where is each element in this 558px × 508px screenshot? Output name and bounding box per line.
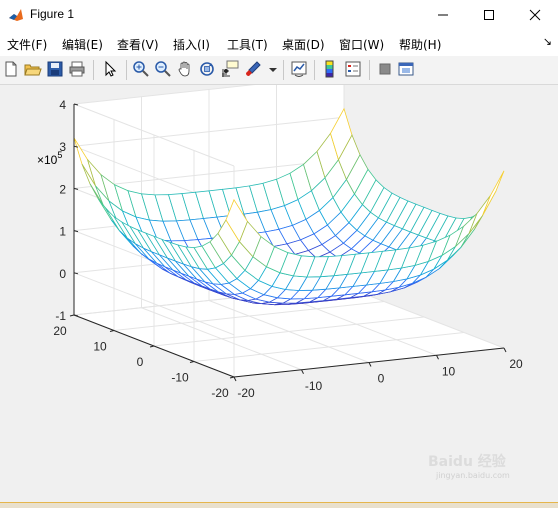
z-tick-label: 1 [59,225,66,239]
menu-help[interactable]: 帮助(H) [399,36,441,53]
mesh-cell [482,170,505,216]
mesh-cell [468,195,491,234]
menu-tools[interactable]: 工具(T) [227,36,268,53]
open-file-button[interactable] [24,60,44,80]
x-tick-mark [233,376,237,382]
brush-button[interactable] [244,60,264,80]
brush-icon [246,61,261,76]
z-tick-label: 0 [59,267,66,281]
brush-dropdown-button[interactable] [264,60,277,80]
show-plot-tools-icon [398,62,414,76]
menu-desktop[interactable]: 桌面(D) [282,36,325,53]
maximize-icon [484,10,494,20]
menu-bar: 文件(F) 编辑(E) 查看(V) 插入(I) 工具(T) 桌面(D) 窗口(W… [0,30,558,56]
x-tick-mark [436,355,439,360]
hide-plot-tools-icon [379,63,391,75]
print-button[interactable] [68,60,88,80]
toolbar-separator [126,60,127,80]
zoom-in-icon [133,61,149,77]
matlab-icon [8,7,24,23]
x-tick-mark [368,362,372,367]
close-icon [529,9,541,21]
z-tick-label: 4 [59,98,66,112]
y-tick-label: 10 [93,340,107,354]
hide-plot-tools-button[interactable] [376,60,396,80]
toolbar-separator [314,60,315,80]
zoom-out-button[interactable] [154,60,174,80]
link-plot-button[interactable] [290,60,310,80]
colorbar-icon [325,60,334,78]
edit-plot-button[interactable] [101,60,121,80]
y-tick-label: 0 [137,355,144,369]
menu-file[interactable]: 文件(F) [7,36,47,53]
printer-icon [69,61,85,77]
data-cursor-icon [222,60,239,77]
x-tick-label: -10 [305,379,323,393]
figure-canvas[interactable]: ×105 -20 -10 0 10 20 -20 -10 0 10 20 -1 0 1 2 3 4 [0,74,558,502]
save-icon [47,61,63,77]
show-plot-tools-button[interactable] [397,60,417,80]
minimize-icon [438,14,448,16]
folder-open-icon [24,64,42,76]
x-tick-mark [503,347,507,353]
zoom-out-icon [155,61,171,77]
toolbar [0,56,558,85]
y-tick-label: -20 [211,386,229,400]
link-plot-icon [291,61,307,77]
toolbar-separator [369,60,370,80]
chevron-down-icon [269,68,277,72]
insert-colorbar-button[interactable] [321,60,341,80]
legend-icon [345,61,361,77]
surface-plot[interactable]: ×105 -20-1001020-20-1001020-101234 [0,74,558,502]
insert-legend-button[interactable] [344,60,364,80]
z-tick-label: 3 [59,140,66,154]
watermark-url: jingyan.baidu.com [436,471,510,480]
y-tick-mark [69,314,75,317]
menu-edit[interactable]: 编辑(E) [62,36,103,53]
toolbar-separator [283,60,284,80]
data-cursor-button[interactable] [221,60,241,80]
y-tick-mark [229,376,235,379]
hand-pan-icon [178,61,190,77]
menu-overflow-icon[interactable]: ↘ [543,35,552,48]
y-tick-mark [109,330,115,332]
menu-view[interactable]: 查看(V) [117,36,159,53]
minimize-button[interactable] [420,0,466,30]
x-tick-label: 20 [509,357,523,371]
y-tick-label: 20 [53,324,67,338]
x-tick-mark [301,369,304,374]
close-button[interactable] [512,0,558,30]
z-tick-label: 2 [59,182,66,196]
z-tick-label: -1 [55,309,66,323]
toolbar-separator [93,60,94,80]
x-tick-label: -20 [237,386,255,400]
menu-window[interactable]: 窗口(W) [339,36,384,53]
new-file-icon [5,61,17,77]
rotate-3d-button[interactable] [198,60,218,80]
rotate-3d-icon [200,62,214,76]
new-figure-button[interactable] [2,60,22,80]
window-bottom-border [0,502,558,508]
arrow-pointer-icon [105,60,117,77]
zoom-in-button[interactable] [132,60,152,80]
window-title: Figure 1 [30,7,75,21]
maximize-button[interactable] [466,0,512,30]
watermark: Baidu 经验 [428,454,506,470]
x-tick-label: 10 [442,364,456,378]
y-tick-mark [189,361,195,363]
y-tick-mark [149,345,155,348]
save-button[interactable] [46,60,66,80]
menu-insert[interactable]: 插入(I) [173,36,210,53]
y-tick-label: -10 [171,371,189,385]
x-tick-label: 0 [378,372,385,386]
pan-button[interactable] [176,60,196,80]
title-bar: Figure 1 [0,0,558,30]
